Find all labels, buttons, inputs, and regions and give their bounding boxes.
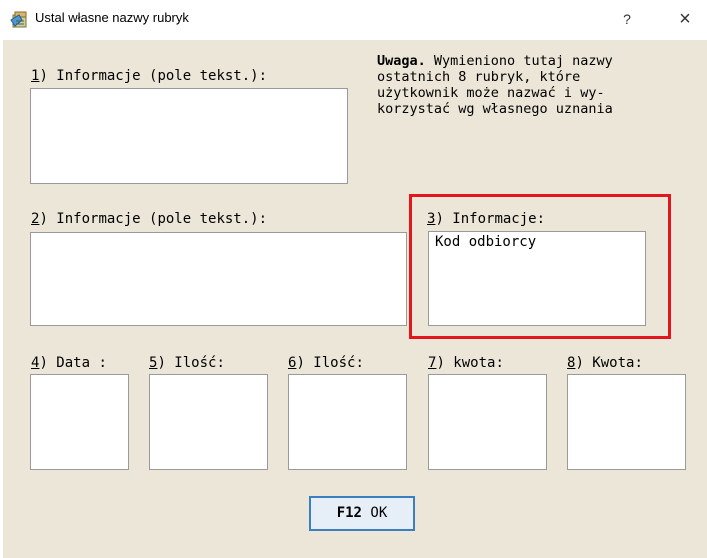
- field-2-label: 2) Informacje (pole tekst.):: [31, 211, 268, 227]
- title-bar: Ustal własne nazwy rubryk ? ×: [0, 0, 707, 40]
- field-5-label: 5) Ilość:: [149, 355, 225, 371]
- close-button[interactable]: ×: [670, 6, 700, 32]
- field-5-input[interactable]: [149, 374, 268, 470]
- app-icon: [10, 11, 27, 28]
- field-4-input[interactable]: [30, 374, 129, 470]
- field-6-input[interactable]: [288, 374, 407, 470]
- window-title: Ustal własne nazwy rubryk: [35, 10, 189, 25]
- info-note: Uwaga. Wymieniono tutaj nazwy ostatnich …: [377, 53, 613, 117]
- field-6-label: 6) Ilość:: [288, 355, 364, 371]
- field-1-label: 1) Informacje (pole tekst.):: [31, 68, 268, 84]
- help-button[interactable]: ?: [612, 6, 642, 32]
- field-1-input[interactable]: [30, 88, 348, 184]
- field-7-input[interactable]: [428, 374, 547, 470]
- field-8-input[interactable]: [567, 374, 686, 470]
- highlight-frame: [409, 194, 671, 339]
- ok-button[interactable]: F12 OK: [309, 496, 415, 531]
- field-4-label: 4) Data :: [31, 355, 107, 371]
- field-7-label: 7) kwota:: [428, 355, 504, 371]
- field-8-label: 8) Kwota:: [567, 355, 643, 371]
- field-2-input[interactable]: [30, 232, 407, 326]
